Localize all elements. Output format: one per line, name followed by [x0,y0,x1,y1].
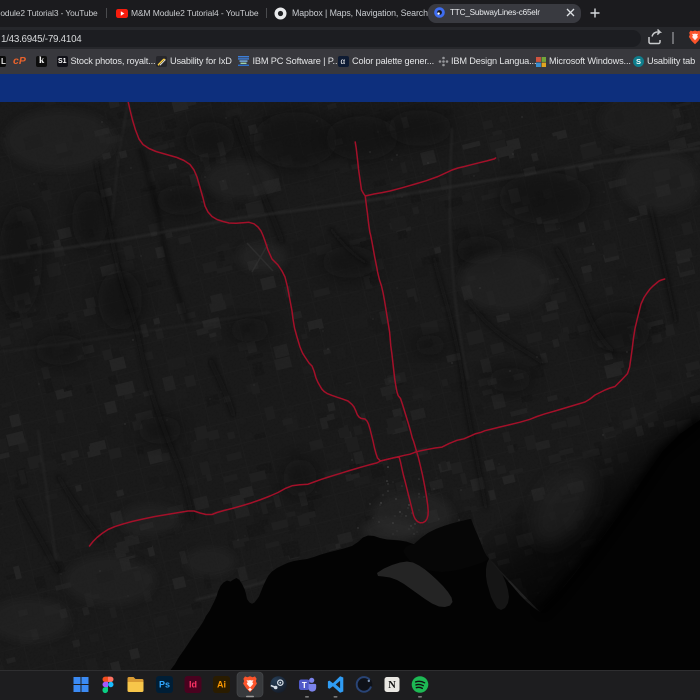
svg-text:S: S [636,57,641,66]
svg-text:T: T [302,681,307,690]
svg-text:Id: Id [189,680,197,690]
svg-text:Ai: Ai [217,680,226,690]
svg-text:N: N [388,680,396,691]
svg-text:Ps: Ps [159,680,170,690]
